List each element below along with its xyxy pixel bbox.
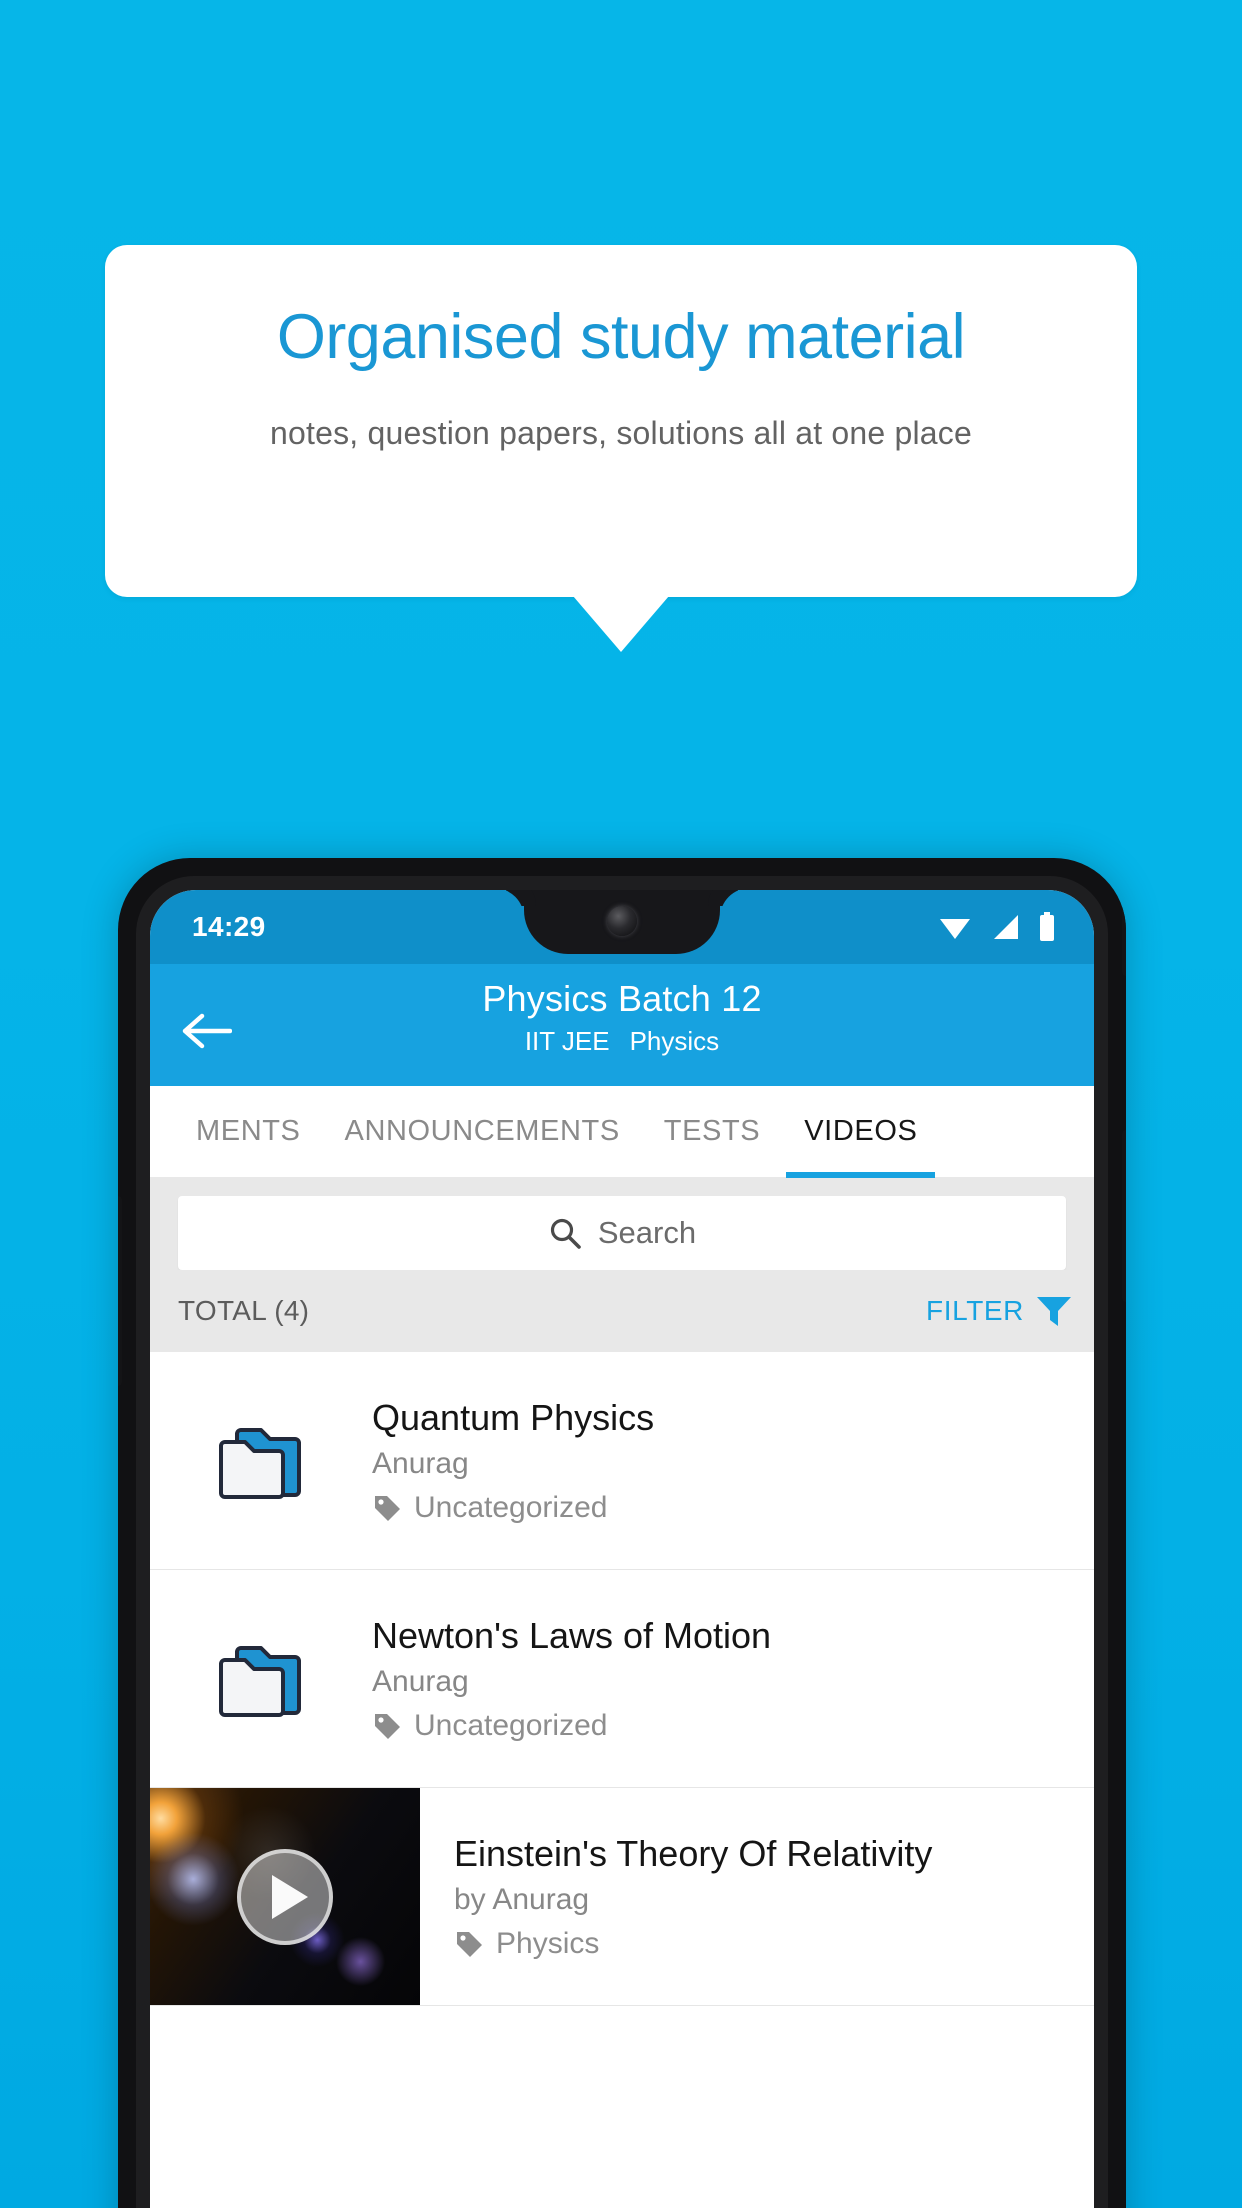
app-bar: Physics Batch 12 IIT JEE Physics [150,964,1094,1086]
promo-headline: Organised study material [276,302,966,372]
list-item-icon [150,1636,372,1722]
search-placeholder: Search [597,1215,697,1250]
search-icon [550,1218,581,1249]
subtitle-subject: Physics [629,1026,720,1056]
list-item[interactable]: Quantum Physics Anurag Uncategorized [150,1352,1094,1570]
list-item-text: Newton's Laws of Motion Anurag Uncategor… [372,1615,1094,1743]
list-item-tag-label: Uncategorized [414,1708,608,1742]
page-title: Physics Batch 12 [482,978,762,1019]
list-item-tag: Uncategorized [372,1709,1074,1743]
list-item-text: Einstein's Theory Of Relativity by Anura… [420,1833,1094,1961]
video-thumbnail[interactable] [150,1788,420,2005]
promo-speech-bubble: Organised study material notes, question… [105,245,1137,597]
list-item-tag: Physics [454,1927,1074,1961]
phone-mockup: 14:29 Physics Batch 12 IIT JEE Physics M… [118,858,1126,2208]
page-subtitle: IIT JEE Physics [150,1026,1094,1057]
search-zone: Search [150,1178,1094,1270]
list-header-row: TOTAL (4) FILTER [150,1270,1094,1352]
phone-power-button [1122,876,1126,976]
list-item-tag-label: Uncategorized [414,1490,608,1524]
filter-label: FILTER [926,1295,1024,1326]
list-item-tag-label: Physics [496,1926,600,1960]
list-item[interactable]: Einstein's Theory Of Relativity by Anura… [150,1788,1094,2006]
list-item-author: Anurag [372,1446,469,1480]
search-input[interactable]: Search [178,1196,1066,1270]
list-item-text: Quantum Physics Anurag Uncategorized [372,1397,1094,1525]
tag-icon [375,1713,400,1739]
content-list: Quantum Physics Anurag Uncategorized New… [150,1352,1094,2006]
battery-icon [1040,912,1054,941]
tab-announcements[interactable]: ANNOUNCEMENTS [323,1086,642,1178]
subtitle-exam: IIT JEE [524,1026,610,1056]
list-item-author: Anurag [372,1664,469,1698]
app-bar-titles: Physics Batch 12 IIT JEE Physics [150,978,1094,1057]
folder-icon [219,1645,301,1717]
tab-bar: MENTS ANNOUNCEMENTS TESTS VIDEOS [150,1086,1094,1178]
filter-button[interactable]: FILTER [926,1294,1072,1328]
list-item-tag: Uncategorized [372,1491,1074,1525]
play-icon[interactable] [237,1848,333,1945]
folder-icon [219,1427,301,1499]
phone-volume-button [1122,1130,1126,1302]
list-item-author: by Anurag [454,1882,590,1916]
list-item-title: Quantum Physics [372,1396,655,1438]
front-camera-icon [607,906,637,936]
list-item-title: Einstein's Theory Of Relativity [454,1832,933,1874]
tab-ments[interactable]: MENTS [174,1086,323,1178]
status-icons [938,912,1056,942]
filter-icon [1037,1297,1071,1326]
wifi-icon [940,919,970,939]
list-item[interactable]: Newton's Laws of Motion Anurag Uncategor… [150,1570,1094,1788]
total-count-label: TOTAL (4) [178,1295,310,1326]
list-item-title: Newton's Laws of Motion [372,1614,772,1656]
status-bar: 14:29 [150,890,1094,964]
list-item-icon [150,1418,372,1504]
phone-left-button [118,1196,122,1386]
tab-videos[interactable]: VIDEOS [782,1086,939,1178]
phone-screen: 14:29 Physics Batch 12 IIT JEE Physics M… [150,890,1094,2208]
status-time: 14:29 [192,911,266,942]
tab-tests[interactable]: TESTS [642,1086,782,1178]
signal-icon [994,915,1018,939]
tag-icon [375,1495,400,1521]
promo-subheadline: notes, question papers, solutions all at… [269,415,972,451]
tag-icon [457,1931,482,1957]
speech-bubble-tail [573,596,669,652]
